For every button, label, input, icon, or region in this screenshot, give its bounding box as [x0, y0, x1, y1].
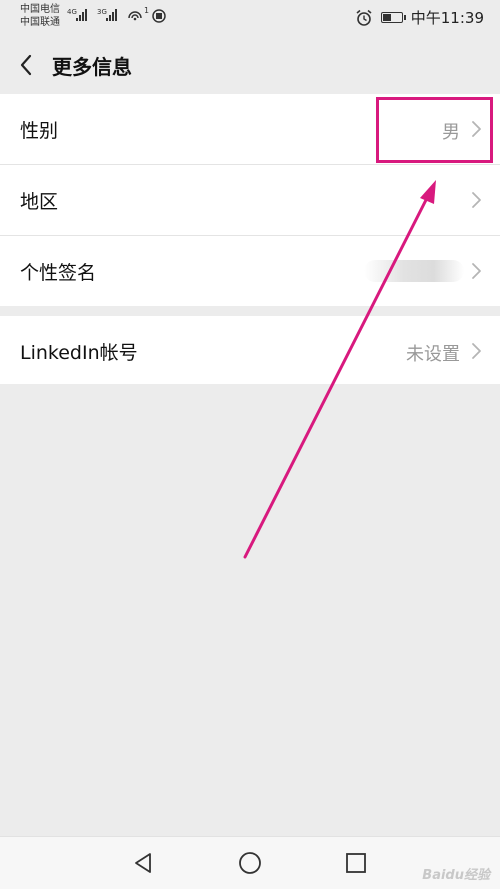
nav-back-triangle-icon[interactable]: [131, 851, 155, 875]
nav-recents-square-icon[interactable]: [344, 851, 368, 875]
watermark: Baidu经验: [422, 868, 490, 883]
system-nav-bar: Baidu经验: [0, 836, 500, 889]
annotation-arrow: [243, 180, 436, 559]
nav-home-circle-icon[interactable]: [238, 851, 262, 875]
